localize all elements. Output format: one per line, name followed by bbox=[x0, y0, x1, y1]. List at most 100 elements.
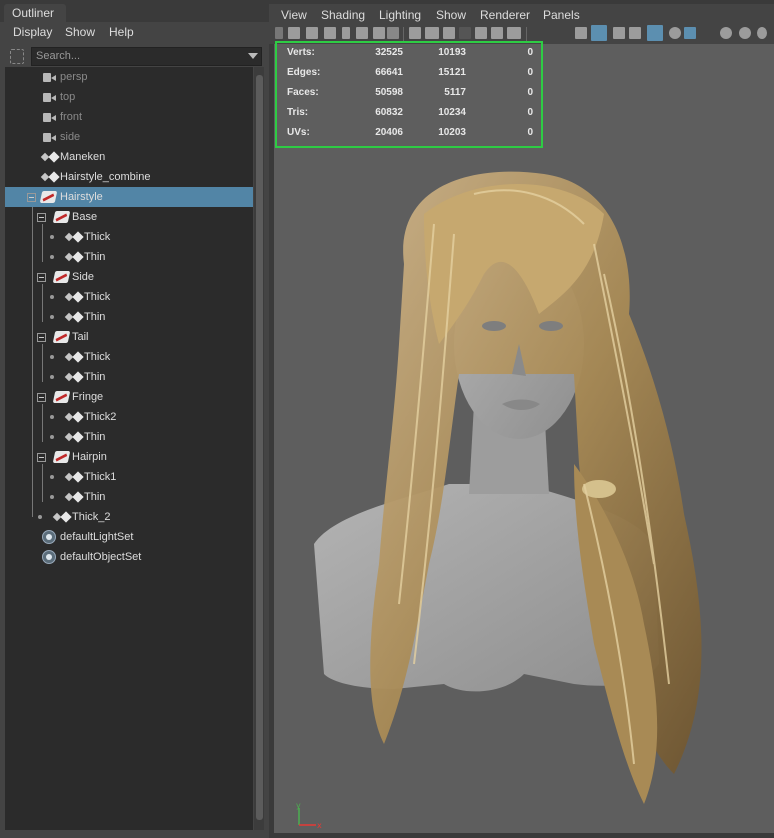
item-label: Thin bbox=[84, 311, 106, 323]
collapse-toggle-icon[interactable] bbox=[37, 453, 46, 462]
item-label: Side bbox=[72, 271, 95, 283]
search-options-chevron-down-icon[interactable] bbox=[248, 53, 258, 59]
field-chart-icon[interactable] bbox=[475, 27, 487, 39]
item-label: Thick_2 bbox=[72, 511, 111, 523]
menu-renderer[interactable]: Renderer bbox=[480, 8, 530, 22]
outliner-item-hairpin[interactable]: Hairpin bbox=[5, 447, 253, 467]
outliner-item-thin[interactable]: Thin bbox=[5, 427, 253, 447]
lights-icon[interactable] bbox=[684, 27, 696, 39]
outliner-item-persp[interactable]: persp bbox=[5, 67, 253, 87]
item-label: defaultLightSet bbox=[60, 531, 134, 543]
safe-title-icon[interactable] bbox=[507, 27, 521, 39]
resolution-gate-icon[interactable] bbox=[443, 27, 455, 39]
transform-icon bbox=[54, 512, 71, 523]
hud-value: 32525 bbox=[375, 47, 403, 58]
hair-group-icon bbox=[52, 451, 71, 463]
outliner-item-side-group[interactable]: Side bbox=[5, 267, 253, 287]
menu-show[interactable]: Show bbox=[436, 8, 466, 22]
menu-shading[interactable]: Shading bbox=[321, 8, 365, 22]
toolbar-separator bbox=[526, 27, 527, 41]
outliner-item-top[interactable]: top bbox=[5, 87, 253, 107]
collapse-toggle-icon[interactable] bbox=[37, 273, 46, 282]
outliner-item-default-object-set[interactable]: defaultObjectSet bbox=[5, 547, 253, 567]
grease-pencil-icon[interactable] bbox=[373, 27, 385, 39]
outliner-item-fringe[interactable]: Fringe bbox=[5, 387, 253, 407]
outliner-item-front[interactable]: front bbox=[5, 107, 253, 127]
shadows-icon[interactable] bbox=[720, 27, 732, 39]
item-label: Tail bbox=[72, 331, 89, 343]
outliner-item-thick[interactable]: Thick bbox=[5, 227, 253, 247]
outliner-item-thin[interactable]: Thin bbox=[5, 487, 253, 507]
outliner-item-thin[interactable]: Thin bbox=[5, 307, 253, 327]
outliner-item-thin[interactable]: Thin bbox=[5, 247, 253, 267]
viewport-menu-bar: View Shading Lighting Show Renderer Pane… bbox=[269, 4, 774, 24]
outliner-item-thick[interactable]: Thick bbox=[5, 347, 253, 367]
outliner-item-thick[interactable]: Thick bbox=[5, 287, 253, 307]
item-label: Thin bbox=[84, 371, 106, 383]
3d-viewport[interactable] bbox=[274, 44, 774, 833]
bookmark-icon[interactable] bbox=[324, 27, 336, 39]
item-label: Hairpin bbox=[72, 451, 107, 463]
outliner-item-thin[interactable]: Thin bbox=[5, 367, 253, 387]
gate-mask-icon[interactable] bbox=[459, 27, 471, 39]
set-icon bbox=[42, 550, 56, 564]
item-label: Thin bbox=[84, 251, 106, 263]
outliner-item-tail[interactable]: Tail bbox=[5, 327, 253, 347]
camera-tool-icon[interactable] bbox=[387, 27, 399, 39]
grid-icon[interactable] bbox=[409, 27, 421, 39]
outliner-item-maneken[interactable]: Maneken bbox=[5, 147, 253, 167]
item-label: Thick2 bbox=[84, 411, 117, 423]
menu-show[interactable]: Show bbox=[65, 25, 95, 39]
safe-action-icon[interactable] bbox=[491, 27, 503, 39]
outliner-item-hairstyle-combine[interactable]: Hairstyle_combine bbox=[5, 167, 253, 187]
outliner-item-default-light-set[interactable]: defaultLightSet bbox=[5, 527, 253, 547]
hud-value: 66641 bbox=[375, 67, 403, 78]
wireframe-icon[interactable] bbox=[575, 27, 587, 39]
outliner-item-hairstyle[interactable]: Hairstyle bbox=[5, 187, 253, 207]
collapse-toggle-icon[interactable] bbox=[37, 333, 46, 342]
collapse-toggle-icon[interactable] bbox=[37, 213, 46, 222]
menu-display[interactable]: Display bbox=[13, 25, 52, 39]
search-input[interactable]: Search... bbox=[31, 47, 262, 66]
collapse-toggle-icon[interactable] bbox=[37, 393, 46, 402]
antialiasing-icon[interactable] bbox=[757, 27, 767, 39]
collapse-toggle-icon[interactable] bbox=[27, 193, 36, 202]
film-gate-icon[interactable] bbox=[425, 27, 439, 39]
smooth-shade-icon[interactable] bbox=[591, 25, 607, 41]
camera-attributes-icon[interactable] bbox=[306, 27, 318, 39]
item-label: Hairstyle_combine bbox=[60, 171, 151, 183]
item-label: defaultObjectSet bbox=[60, 551, 142, 563]
tab-outliner[interactable]: Outliner bbox=[4, 4, 66, 22]
item-label: persp bbox=[60, 71, 88, 83]
camera-select-icon[interactable] bbox=[288, 27, 300, 39]
outliner-item-thick-2[interactable]: Thick_2 bbox=[5, 507, 253, 527]
item-label: front bbox=[60, 111, 83, 123]
menu-panels[interactable]: Panels bbox=[543, 8, 580, 22]
image-plane-icon[interactable] bbox=[342, 27, 350, 39]
outliner-tree: persp top front side Maneken Hairstyle_c… bbox=[5, 67, 253, 830]
set-icon bbox=[42, 530, 56, 544]
outliner-item-thick1[interactable]: Thick1 bbox=[5, 467, 253, 487]
hud-key: Tris: bbox=[287, 107, 309, 118]
textured-icon[interactable] bbox=[629, 27, 641, 39]
lock-selection-icon[interactable] bbox=[10, 49, 24, 64]
hud-value: 0 bbox=[527, 127, 533, 138]
outliner-item-base[interactable]: Base bbox=[5, 207, 253, 227]
default-material-icon[interactable] bbox=[613, 27, 625, 39]
hud-row-verts: Verts: 32525 10193 0 bbox=[277, 43, 541, 63]
hud-value: 20406 bbox=[375, 127, 403, 138]
outliner-scrollbar-thumb[interactable] bbox=[256, 75, 263, 820]
xray-icon[interactable] bbox=[647, 25, 663, 41]
outliner-panel: Outliner Display Show Help Search... per… bbox=[0, 0, 269, 838]
lighting-icon[interactable] bbox=[669, 27, 681, 39]
toolbar-handle-icon bbox=[275, 27, 283, 39]
ambient-occlusion-icon[interactable] bbox=[739, 27, 751, 39]
outliner-item-side[interactable]: side bbox=[5, 127, 253, 147]
menu-help[interactable]: Help bbox=[109, 25, 134, 39]
menu-lighting[interactable]: Lighting bbox=[379, 8, 421, 22]
hud-value: 15121 bbox=[438, 67, 466, 78]
transform-icon bbox=[66, 432, 83, 443]
menu-view[interactable]: View bbox=[281, 8, 307, 22]
2d-pan-zoom-icon[interactable] bbox=[356, 27, 368, 39]
outliner-item-thick2[interactable]: Thick2 bbox=[5, 407, 253, 427]
